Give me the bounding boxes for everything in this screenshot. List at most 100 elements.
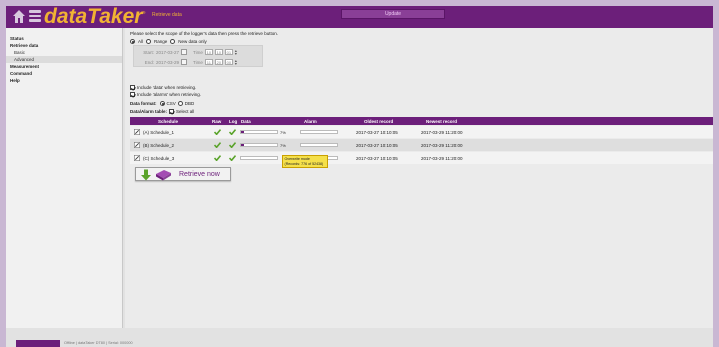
format-csv-radio[interactable] bbox=[159, 101, 165, 106]
range-panel: Start: 2017-03-27 Time 10 10 01 ▴ ▾ End: … bbox=[133, 45, 263, 67]
end-label: End: bbox=[144, 59, 154, 65]
scope-all-label: All bbox=[138, 39, 144, 44]
table-select-row: Data/Alarm table: Select all bbox=[130, 109, 194, 114]
sidebar-item-advanced[interactable]: Advanced bbox=[6, 56, 122, 63]
data-progress-bar bbox=[240, 143, 278, 147]
log-check-icon[interactable] bbox=[229, 128, 236, 135]
scope-new-only-radio[interactable] bbox=[170, 39, 176, 44]
sidebar-item-basic[interactable]: Basic bbox=[6, 49, 122, 56]
start-second-field[interactable]: 01 bbox=[224, 49, 233, 55]
sidebar: Status Retrieve data Basic Advanced Meas… bbox=[6, 28, 123, 328]
oldest-record: 2017-03-27 10:10:05 bbox=[356, 142, 398, 148]
data-percent: 7% bbox=[280, 142, 286, 148]
raw-check-icon[interactable] bbox=[214, 154, 221, 161]
oldest-record: 2017-03-27 10:10:05 bbox=[356, 155, 398, 161]
tooltip-line-2: (Records: 776 of 52438) bbox=[284, 162, 324, 166]
retrieve-now-label: Retrieve now bbox=[179, 170, 220, 178]
overwrite-tooltip: Overwrite mode (Records: 776 of 52438) bbox=[282, 155, 328, 168]
col-newest: Newest record bbox=[426, 118, 458, 124]
col-log: Log bbox=[229, 118, 238, 124]
sidebar-item-status[interactable]: Status bbox=[6, 35, 122, 42]
edit-icon[interactable] bbox=[134, 142, 140, 148]
format-dbd-label: DBD bbox=[184, 101, 195, 106]
retrieve-now-button[interactable]: Retrieve now bbox=[135, 167, 231, 181]
end-time-label: Time bbox=[193, 59, 203, 65]
calendar-icon[interactable] bbox=[181, 59, 188, 65]
end-date[interactable]: 2017-03-29 bbox=[156, 60, 179, 65]
col-alarm: Alarm bbox=[304, 118, 317, 124]
format-csv-label: CSV bbox=[166, 101, 176, 106]
include-data-checkbox[interactable] bbox=[130, 85, 135, 90]
format-dbd-radio[interactable] bbox=[177, 101, 183, 106]
include-alarms-checkbox[interactable] bbox=[130, 92, 135, 97]
data-format-label: Data format: bbox=[130, 101, 157, 106]
app-frame: dataTaker® Retrieve data Update Status R… bbox=[6, 6, 713, 347]
spinner-icon[interactable]: ▴ ▾ bbox=[235, 59, 239, 66]
data-progress-bar bbox=[240, 156, 278, 160]
spinner-icon[interactable]: ▴ ▾ bbox=[235, 49, 239, 56]
col-raw: Raw bbox=[212, 118, 222, 124]
scope-range-radio[interactable] bbox=[146, 39, 152, 44]
start-label: Start: bbox=[143, 49, 154, 55]
scope-all-radio[interactable] bbox=[130, 39, 135, 44]
instructions-text: Please select the scope of the logger's … bbox=[130, 31, 278, 36]
home-icon[interactable] bbox=[12, 9, 26, 24]
newest-record: 2017-03-29 11:20:00 bbox=[421, 129, 463, 135]
data-format-row: Data format: CSV DBD bbox=[130, 101, 194, 106]
table-row[interactable]: (A) Schedule_1 7% 2017-03-27 10:10:05 20… bbox=[130, 126, 713, 138]
brand-logo: dataTaker® bbox=[44, 6, 146, 28]
logger-device-icon bbox=[156, 170, 171, 181]
col-schedule: Schedule bbox=[158, 118, 179, 124]
end-second-field[interactable]: 00 bbox=[224, 59, 233, 65]
download-arrow-icon bbox=[141, 169, 151, 181]
page-title: Retrieve data bbox=[152, 12, 182, 18]
select-all-label: Select all bbox=[176, 109, 195, 114]
table-row[interactable]: (B) Schedule_2 7% 2017-03-27 10:10:05 20… bbox=[130, 139, 713, 151]
schedule-name: (B) Schedule_2 bbox=[143, 142, 175, 148]
data-percent: 7% bbox=[280, 129, 286, 135]
schedule-name: (C) Schedule_3 bbox=[143, 155, 175, 161]
range-start-row: Start: 2017-03-27 Time 10 10 01 ▴ ▾ bbox=[142, 49, 239, 56]
raw-check-icon[interactable] bbox=[214, 128, 221, 135]
alarm-progress-bar bbox=[300, 143, 338, 147]
alarm-progress-bar bbox=[300, 130, 338, 134]
log-check-icon[interactable] bbox=[229, 154, 236, 161]
footer-status-text: Offline | dataTaker DT80 | Serial: 00000… bbox=[64, 341, 133, 345]
edit-icon[interactable] bbox=[134, 155, 140, 161]
calendar-icon[interactable] bbox=[181, 49, 188, 55]
select-all-checkbox[interactable] bbox=[169, 109, 175, 114]
col-oldest: Oldest record bbox=[364, 118, 394, 124]
footer-brand-logo bbox=[16, 340, 60, 347]
newest-record: 2017-03-29 11:20:00 bbox=[421, 142, 463, 148]
sidebar-item-command[interactable]: Command bbox=[6, 70, 122, 77]
scope-options: All Range New data only bbox=[130, 39, 207, 44]
sidebar-item-retrieve-data[interactable]: Retrieve data bbox=[6, 42, 122, 49]
header-bar: dataTaker® Retrieve data Update bbox=[6, 6, 713, 28]
scope-new-only-label: New data only bbox=[178, 39, 207, 44]
raw-check-icon[interactable] bbox=[214, 141, 221, 148]
log-check-icon[interactable] bbox=[229, 141, 236, 148]
footer-bar: Offline | dataTaker DT80 | Serial: 00000… bbox=[6, 338, 713, 347]
end-hour-field[interactable]: 11 bbox=[204, 59, 213, 65]
end-minute-field[interactable]: 20 bbox=[214, 59, 223, 65]
start-minute-field[interactable]: 10 bbox=[214, 49, 223, 55]
include-data-option: Include 'data' when retrieving. bbox=[130, 85, 196, 90]
col-data: Data bbox=[241, 118, 251, 124]
newest-record: 2017-03-29 11:20:00 bbox=[421, 155, 463, 161]
start-date[interactable]: 2017-03-27 bbox=[156, 50, 179, 55]
main-panel: Please select the scope of the logger's … bbox=[125, 28, 713, 328]
table-label: Data/Alarm table: bbox=[130, 109, 168, 114]
sidebar-item-measurement[interactable]: Measurement bbox=[6, 63, 122, 70]
range-end-row: End: 2017-03-29 Time 11 20 00 ▴ ▾ bbox=[142, 59, 239, 66]
scope-range-label: Range bbox=[154, 39, 168, 44]
start-hour-field[interactable]: 10 bbox=[204, 49, 213, 55]
menu-icon[interactable] bbox=[29, 10, 41, 23]
data-progress-bar bbox=[240, 130, 278, 134]
schedule-name: (A) Schedule_1 bbox=[143, 129, 175, 135]
sidebar-item-help[interactable]: Help bbox=[6, 77, 122, 84]
table-row[interactable]: (C) Schedule_3 2017-03-27 10:10:05 2017-… bbox=[130, 152, 713, 164]
edit-icon[interactable] bbox=[134, 129, 140, 135]
include-alarms-label: Include 'alarms' when retrieving. bbox=[137, 92, 201, 97]
start-time-label: Time bbox=[193, 49, 203, 55]
update-button[interactable]: Update bbox=[341, 9, 445, 19]
